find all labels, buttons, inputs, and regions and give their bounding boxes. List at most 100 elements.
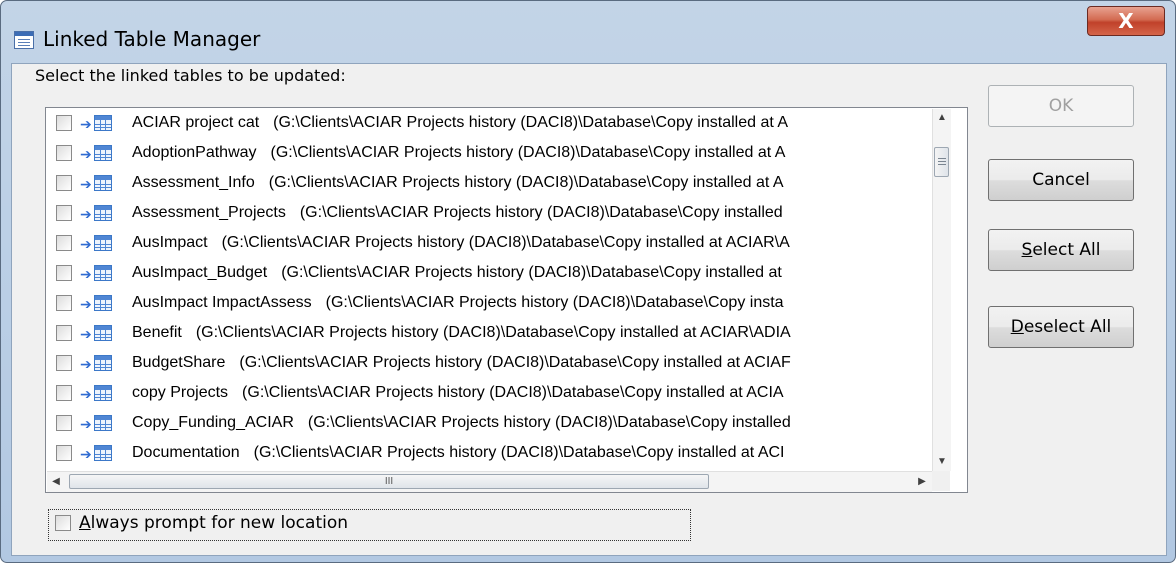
table-name: Assessment_Info	[132, 174, 255, 191]
linked-table-icon	[94, 355, 112, 371]
table-path: (G:\Clients\ACIAR Projects history (DACI…	[253, 444, 785, 461]
table-path: (G:\Clients\ACIAR Projects history (DACI…	[325, 294, 784, 311]
close-button[interactable]: X	[1087, 6, 1165, 36]
table-row[interactable]: ➔ AdoptionPathway (G:\Clients\ACIAR Projec…	[46, 141, 936, 167]
table-path: (G:\Clients\ACIAR Projects history (DACI…	[268, 174, 784, 191]
linked-tables-list[interactable]: ➔ Documentation (G:\Clients\ACIAR Projects…	[45, 107, 968, 493]
table-name: Benefit	[132, 324, 182, 341]
select-tables-label: Select the linked tables to be updated:	[35, 66, 346, 85]
table-name: AdoptionPathway	[132, 144, 257, 161]
table-checkbox[interactable]	[56, 175, 72, 191]
ok-button[interactable]: OK	[988, 85, 1134, 127]
table-row[interactable]: ➔ Assessment_Projects (G:\Clients\ACIAR Pr…	[46, 201, 936, 227]
table-entry-text: Assessment_Projects (G:\Clients\ACIAR Pro…	[132, 204, 783, 222]
title-bar[interactable]: Linked Table Manager X	[1, 1, 1175, 63]
table-path: (G:\Clients\ACIAR Projects history (DACI…	[239, 354, 791, 371]
table-entry-text: AusImpact (G:\Clients\ACIAR Projects hist…	[132, 234, 790, 252]
table-checkbox[interactable]	[56, 205, 72, 221]
table-entry-text: AdoptionPathway (G:\Clients\ACIAR Project…	[132, 144, 785, 162]
linked-table-icon	[94, 325, 112, 341]
table-path: (G:\Clients\ACIAR Projects history (DACI…	[221, 234, 790, 251]
always-prompt-label: Always prompt for new location	[79, 513, 349, 533]
table-checkbox[interactable]	[56, 445, 72, 461]
table-name: Copy_Funding_ACIAR	[132, 414, 294, 431]
table-path: (G:\Clients\ACIAR Projects history (DACI…	[299, 204, 783, 221]
table-path: (G:\Clients\ACIAR Projects history (DACI…	[273, 114, 789, 131]
deselect-all-button[interactable]: Deselect All	[988, 306, 1134, 348]
link-arrow-icon: ➔	[80, 416, 92, 432]
link-arrow-icon: ➔	[80, 386, 92, 402]
linked-table-icon	[94, 115, 112, 131]
table-row[interactable]: ➔ Documentation (G:\Clients\ACIAR Projects…	[46, 441, 936, 467]
table-checkbox[interactable]	[56, 385, 72, 401]
table-row[interactable]: ➔ AusImpact (G:\Clients\ACIAR Projects his…	[46, 231, 936, 257]
table-row[interactable]: ➔ Benefit (G:\Clients\ACIAR Projects histo…	[46, 321, 936, 347]
table-name: BudgetShare	[132, 354, 226, 371]
vertical-scrollbar[interactable]: ▲ ▼	[932, 109, 951, 471]
table-path: (G:\Clients\ACIAR Projects history (DACI…	[270, 144, 786, 161]
link-arrow-icon: ➔	[80, 296, 92, 312]
table-checkbox[interactable]	[56, 265, 72, 281]
table-checkbox[interactable]	[56, 235, 72, 251]
scroll-up-icon[interactable]: ▲	[933, 109, 951, 127]
window-title: Linked Table Manager	[43, 27, 261, 51]
linked-table-icon	[94, 295, 112, 311]
table-checkbox[interactable]	[56, 355, 72, 371]
vertical-scroll-thumb[interactable]	[934, 147, 949, 177]
table-path: (G:\Clients\ACIAR Projects history (DACI…	[242, 384, 784, 401]
link-arrow-icon: ➔	[80, 446, 92, 462]
table-name: Documentation	[132, 444, 240, 461]
link-arrow-icon: ➔	[80, 206, 92, 222]
scroll-down-icon[interactable]: ▼	[933, 453, 951, 471]
table-name: AusImpact	[132, 234, 208, 251]
table-row[interactable]: ➔ ACIAR project cat (G:\Clients\ACIAR Proj…	[46, 111, 936, 137]
linked-table-icon	[94, 205, 112, 221]
link-arrow-icon: ➔	[80, 356, 92, 372]
link-arrow-icon: ➔	[80, 146, 92, 162]
table-entry-text: AusImpact_Budget (G:\Clients\ACIAR Projec…	[132, 264, 782, 282]
link-arrow-icon: ➔	[80, 176, 92, 192]
scroll-left-icon[interactable]: ◀	[47, 472, 65, 492]
scroll-right-icon[interactable]: ▶	[913, 472, 931, 492]
table-row[interactable]: ➔ Copy_Funding_ACIAR (G:\Clients\ACIAR Pro…	[46, 411, 936, 437]
table-entry-text: Assessment_Info (G:\Clients\ACIAR Project…	[132, 174, 784, 192]
table-entry-text: Benefit (G:\Clients\ACIAR Projects histor…	[132, 324, 791, 342]
always-prompt-checkbox[interactable]	[55, 515, 71, 531]
select-all-button[interactable]: Select All	[988, 229, 1134, 271]
table-path: (G:\Clients\ACIAR Projects history (DACI…	[195, 324, 791, 341]
table-path: (G:\Clients\ACIAR Projects history (DACI…	[281, 264, 782, 281]
linked-table-icon	[94, 445, 112, 461]
table-entry-text: copy Projects (G:\Clients\ACIAR Projects …	[132, 384, 784, 402]
table-row[interactable]: ➔ AusImpact ImpactAssess (G:\Clients\ACIAR…	[46, 291, 936, 317]
linked-table-icon	[94, 415, 112, 431]
table-checkbox[interactable]	[56, 415, 72, 431]
linked-table-manager-dialog: Linked Table Manager X Select the linked…	[0, 0, 1176, 563]
linked-table-icon	[94, 385, 112, 401]
horizontal-scrollbar[interactable]: ◀ III ▶	[47, 471, 932, 492]
always-prompt-option[interactable]: Always prompt for new location	[48, 509, 691, 541]
table-row[interactable]: ➔ AusImpact_Budget (G:\Clients\ACIAR Proje…	[46, 261, 936, 287]
table-checkbox[interactable]	[56, 325, 72, 341]
table-path: (G:\Clients\ACIAR Projects history (DACI…	[307, 414, 791, 431]
table-entry-text: AusImpact ImpactAssess (G:\Clients\ACIAR …	[132, 294, 784, 312]
linked-table-icon	[94, 265, 112, 281]
table-checkbox[interactable]	[56, 115, 72, 131]
link-arrow-icon: ➔	[80, 236, 92, 252]
table-checkbox[interactable]	[56, 295, 72, 311]
table-row[interactable]: ➔ copy Projects (G:\Clients\ACIAR Projects…	[46, 381, 936, 407]
close-icon: X	[1118, 9, 1134, 33]
table-name: Assessment_Projects	[132, 204, 286, 221]
table-row[interactable]: ➔ BudgetShare (G:\Clients\ACIAR Projects h…	[46, 351, 936, 377]
table-entry-text: BudgetShare (G:\Clients\ACIAR Projects hi…	[132, 354, 791, 372]
table-checkbox[interactable]	[56, 145, 72, 161]
table-name: AusImpact_Budget	[132, 264, 268, 281]
table-name: ACIAR project cat	[132, 114, 260, 131]
cancel-button[interactable]: Cancel	[988, 159, 1134, 201]
horizontal-scroll-thumb[interactable]: III	[69, 474, 709, 489]
table-name: AusImpact ImpactAssess	[132, 294, 312, 311]
table-manager-icon	[14, 31, 34, 49]
scrollbar-corner	[932, 471, 950, 491]
table-row[interactable]: ➔ Assessment_Info (G:\Clients\ACIAR Projec…	[46, 171, 936, 197]
table-entry-text: Copy_Funding_ACIAR (G:\Clients\ACIAR Proj…	[132, 414, 791, 432]
table-name: copy Projects	[132, 384, 229, 401]
